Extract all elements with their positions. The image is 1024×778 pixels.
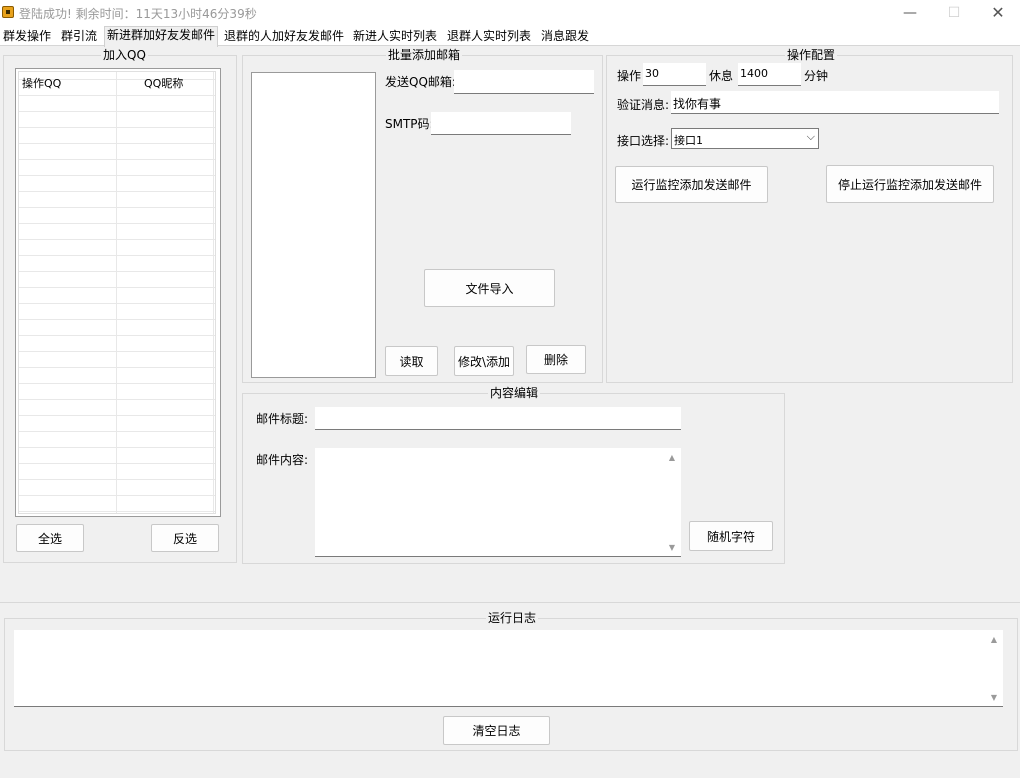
verify-message-input[interactable]: 找你有事 (671, 91, 999, 114)
email-body-label: 邮件内容: (256, 453, 309, 467)
operation-count-input[interactable]: 30 (643, 63, 706, 86)
tab-message-follow[interactable]: 消息跟发 (539, 28, 591, 46)
window-edge (1020, 45, 1024, 778)
send-email-input[interactable] (454, 70, 594, 94)
join-qq-title: 加入QQ (101, 48, 148, 62)
delete-button[interactable]: 删除 (526, 345, 586, 374)
email-subject-input[interactable] (315, 407, 681, 430)
content-edit-title: 内容编辑 (488, 386, 541, 400)
read-button[interactable]: 读取 (385, 346, 438, 376)
tab-left-member-list[interactable]: 退群人实时列表 (445, 28, 533, 46)
scroll-up-icon[interactable]: ▲ (667, 453, 677, 462)
scroll-up-icon[interactable]: ▲ (989, 635, 999, 644)
stop-monitor-button[interactable]: 停止运行监控添加发送邮件 (826, 165, 994, 203)
title-bar: 登陆成功! 剩余时间：11天13小时46分39秒 — ☐ ✕ (0, 0, 1024, 26)
email-subject-label: 邮件标题: (256, 412, 309, 426)
window-title: 登陆成功! 剩余时间：11天13小时46分39秒 (19, 7, 257, 21)
batch-email-title: 批量添加邮箱 (386, 48, 463, 62)
random-chars-button[interactable]: 随机字符 (689, 521, 773, 551)
tab-bar: 群发操作 群引流 新进群加好友发邮件 退群的人加好友发邮件 新进人实时列表 退群… (0, 26, 1024, 47)
interface-select-value: 接口1 (674, 134, 703, 147)
operation-config-title: 操作配置 (785, 48, 838, 62)
qq-list-grid (18, 71, 216, 514)
rest-minutes-input[interactable]: 1400 (738, 63, 801, 86)
interface-label: 接口选择: (617, 134, 670, 148)
app-icon (2, 6, 14, 18)
verify-message-label: 验证消息: (617, 98, 670, 112)
maximize-button[interactable]: ☐ (934, 2, 974, 24)
invert-selection-button[interactable]: 反选 (151, 524, 219, 552)
close-button[interactable]: ✕ (978, 2, 1018, 24)
run-log-textarea[interactable]: ▲ ▼ (14, 630, 1003, 707)
minimize-button[interactable]: — (890, 2, 930, 24)
column-header-nickname[interactable]: QQ昵称 (144, 75, 183, 91)
smtp-input[interactable] (431, 112, 571, 135)
scroll-down-icon[interactable]: ▼ (667, 543, 677, 552)
send-email-label: 发送QQ邮箱: (385, 75, 456, 89)
email-body-textarea[interactable]: ▲ ▼ (315, 448, 681, 557)
smtp-label: SMTP码: (385, 117, 434, 131)
tab-group-traffic[interactable]: 群引流 (59, 28, 99, 46)
minutes-label: 分钟 (804, 69, 829, 83)
run-log-title: 运行日志 (486, 611, 539, 625)
clear-log-button[interactable]: 清空日志 (443, 716, 550, 745)
tab-left-member-email[interactable]: 退群的人加好友发邮件 (222, 28, 346, 46)
modify-add-button[interactable]: 修改\添加 (454, 346, 514, 376)
qq-list-view[interactable]: 操作QQ QQ昵称 (15, 68, 221, 517)
email-list-box[interactable] (251, 72, 376, 378)
interface-select[interactable]: 接口1 ⌵ (671, 128, 819, 149)
column-header-qq[interactable]: 操作QQ (22, 75, 61, 91)
operation-label: 操作 (617, 69, 642, 83)
run-monitor-button[interactable]: 运行监控添加发送邮件 (615, 166, 768, 203)
tab-new-member-email[interactable]: 新进群加好友发邮件 (104, 26, 219, 47)
rest-label: 休息 (709, 69, 734, 83)
select-all-button[interactable]: 全选 (16, 524, 84, 552)
chevron-down-icon: ⌵ (806, 130, 815, 143)
tab-new-member-list[interactable]: 新进人实时列表 (351, 28, 439, 46)
tab-group-send[interactable]: 群发操作 (1, 28, 53, 46)
file-import-button[interactable]: 文件导入 (424, 269, 555, 307)
scroll-down-icon[interactable]: ▼ (989, 693, 999, 702)
